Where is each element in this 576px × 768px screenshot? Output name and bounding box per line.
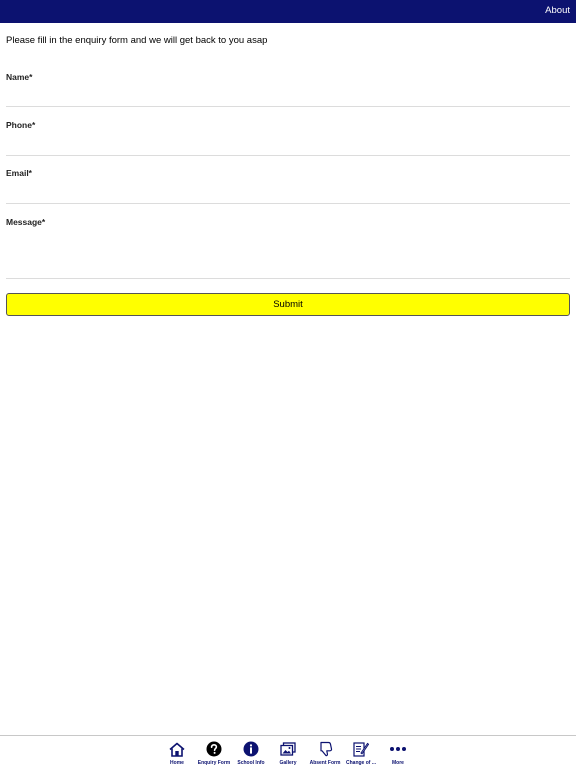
- question-icon: [204, 740, 224, 758]
- name-field[interactable]: [6, 84, 570, 107]
- tab-more[interactable]: More: [378, 740, 418, 768]
- tab-enquiry-form-label: Enquiry Form: [197, 760, 231, 766]
- form-intro-text: Please fill in the enquiry form and we w…: [6, 35, 268, 46]
- info-icon: [241, 740, 261, 758]
- tab-absent-form-label: Absent Form: [309, 760, 341, 766]
- header-bar: About: [0, 0, 576, 23]
- phone-label: Phone*: [6, 120, 36, 130]
- tab-enquiry-form[interactable]: Enquiry Form: [194, 740, 234, 768]
- message-field[interactable]: [6, 229, 570, 279]
- message-label: Message*: [6, 217, 46, 227]
- tab-school-info[interactable]: School Info: [231, 740, 271, 768]
- edit-icon: [351, 740, 371, 758]
- tab-gallery[interactable]: Gallery: [268, 740, 308, 768]
- tab-gallery-label: Gallery: [279, 760, 297, 766]
- email-label: Email*: [6, 168, 32, 178]
- tab-change-of[interactable]: Change of ...: [341, 740, 381, 768]
- more-icon: [388, 740, 408, 758]
- phone-field[interactable]: [6, 132, 570, 156]
- bottom-tab-bar: Home Enquiry Form School Info Gallery Ab…: [0, 735, 576, 768]
- tab-home-label: Home: [170, 760, 184, 766]
- tab-change-of-label: Change of ...: [346, 760, 376, 766]
- gallery-icon: [278, 740, 298, 758]
- email-field[interactable]: [6, 180, 570, 204]
- tab-home[interactable]: Home: [157, 740, 197, 768]
- submit-button[interactable]: Submit: [6, 293, 570, 316]
- tab-absent-form[interactable]: Absent Form: [305, 740, 345, 768]
- name-label: Name*: [6, 72, 33, 82]
- tab-school-info-label: School Info: [237, 760, 265, 766]
- thumbs-down-icon: [315, 740, 335, 758]
- tab-more-label: More: [392, 760, 404, 766]
- home-icon: [167, 740, 187, 758]
- about-link[interactable]: About: [545, 5, 570, 16]
